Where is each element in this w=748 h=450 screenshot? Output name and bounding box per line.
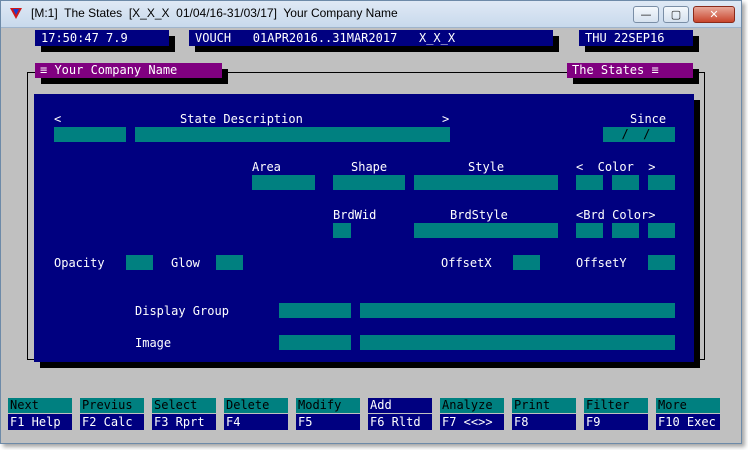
color-field-1[interactable] — [576, 175, 603, 190]
style-label: Style — [468, 160, 505, 174]
color-label: < Color > — [576, 160, 656, 174]
app-window: [M:1] The States [X_X_X 01/04/16-31/03/1… — [0, 0, 742, 444]
fkey-print[interactable]: Print F8 — [512, 398, 576, 431]
fkey-next[interactable]: Next F1 Help — [8, 398, 72, 431]
brd-color-field-1[interactable] — [576, 223, 603, 238]
since-label: Since — [630, 112, 667, 126]
close-icon: ✕ — [709, 8, 719, 21]
fkey-key-label: F1 Help — [8, 414, 72, 430]
terminal-client-area: 17:50:47 7.9 VOUCH 01APR2016..31MAR2017 … — [6, 28, 736, 438]
fkey-key-label: F10 Exec — [656, 414, 720, 430]
window-title: [M:1] The States [X_X_X 01/04/16-31/03/1… — [31, 6, 398, 20]
shape-field[interactable] — [333, 175, 405, 190]
image-label: Image — [135, 336, 172, 350]
display-group-label: Display Group — [135, 304, 229, 318]
fkey-action-label: Next — [8, 398, 72, 413]
glow-label: Glow — [171, 256, 200, 270]
display-group-code-field[interactable] — [279, 303, 351, 318]
fkey-key-label: F9 — [584, 414, 648, 430]
fkey-filter[interactable]: Filter F9 — [584, 398, 648, 431]
opacity-label: Opacity — [54, 256, 105, 270]
brd-color-label: <Brd Color> — [576, 208, 656, 222]
glow-field[interactable] — [216, 255, 243, 270]
fkey-action-label: Select — [152, 398, 216, 413]
fkey-select[interactable]: Select F3 Rprt — [152, 398, 216, 431]
form-panel: < State Description > Since / / Area Sha… — [34, 94, 694, 362]
fkey-previus[interactable]: Previus F2 Calc — [80, 398, 144, 431]
opacity-field[interactable] — [126, 255, 153, 270]
fkey-action-label: More — [656, 398, 720, 413]
fkey-add[interactable]: Add F6 Rltd — [368, 398, 432, 431]
title-bar[interactable]: [M:1] The States [X_X_X 01/04/16-31/03/1… — [1, 1, 741, 28]
fkey-modify[interactable]: Modify F5 — [296, 398, 360, 431]
fkey-key-label: F4 — [224, 414, 288, 430]
fkey-action-label: Print — [512, 398, 576, 413]
brdwid-label: BrdWid — [333, 208, 377, 222]
brdstyle-label: BrdStyle — [450, 208, 508, 222]
brdstyle-field[interactable] — [414, 223, 558, 238]
offsety-field[interactable] — [648, 255, 675, 270]
state-description-field[interactable] — [135, 127, 450, 142]
offsetx-label: OffsetX — [441, 256, 492, 270]
module-tag[interactable]: The States ≡ — [567, 63, 693, 78]
fkey-analyze[interactable]: Analyze F7 <<>> — [440, 398, 504, 431]
app-logo-icon[interactable] — [10, 8, 22, 19]
brdwid-field[interactable] — [333, 223, 351, 238]
close-button[interactable]: ✕ — [693, 6, 735, 23]
fkey-action-label: Filter — [584, 398, 648, 413]
since-date-field[interactable]: / / — [603, 127, 675, 142]
maximize-icon: ▢ — [670, 8, 682, 21]
fkey-action-label: Add — [368, 398, 432, 413]
state-next-arrow[interactable]: > — [442, 112, 449, 126]
offsety-label: OffsetY — [576, 256, 627, 270]
fkey-key-label: F7 <<>> — [440, 414, 504, 430]
image-code-field[interactable] — [279, 335, 351, 350]
fkey-action-label: Analyze — [440, 398, 504, 413]
brd-color-field-2[interactable] — [612, 223, 639, 238]
image-path-field[interactable] — [360, 335, 675, 350]
fkey-action-label: Previus — [80, 398, 144, 413]
color-field-3[interactable] — [648, 175, 675, 190]
style-field[interactable] — [414, 175, 558, 190]
state-code-field[interactable] — [54, 127, 126, 142]
state-prev-arrow[interactable]: < — [54, 112, 61, 126]
clock-display: 17:50:47 7.9 — [35, 30, 169, 46]
brd-color-field-3[interactable] — [648, 223, 675, 238]
minimize-button[interactable]: — — [633, 6, 659, 23]
fkey-key-label: F5 — [296, 414, 360, 430]
area-field[interactable] — [252, 175, 315, 190]
display-group-field[interactable] — [360, 303, 675, 318]
shape-label: Shape — [351, 160, 388, 174]
state-description-label: State Description — [180, 112, 303, 126]
fkey-key-label: F8 — [512, 414, 576, 430]
voucher-period-display: VOUCH 01APR2016..31MAR2017 X_X_X — [189, 30, 553, 46]
fkey-key-label: F2 Calc — [80, 414, 144, 430]
area-label: Area — [252, 160, 281, 174]
color-field-2[interactable] — [612, 175, 639, 190]
fkey-key-label: F6 Rltd — [368, 414, 432, 430]
company-tag[interactable]: ≡ Your Company Name — [35, 63, 222, 78]
fkey-delete[interactable]: Delete F4 — [224, 398, 288, 431]
fkey-action-label: Delete — [224, 398, 288, 413]
fkey-key-label: F3 Rprt — [152, 414, 216, 430]
offsetx-field[interactable] — [513, 255, 540, 270]
fkey-more[interactable]: More F10 Exec — [656, 398, 720, 431]
date-display: THU 22SEP16 — [579, 30, 693, 46]
fkey-action-label: Modify — [296, 398, 360, 413]
minimize-icon: — — [640, 8, 652, 21]
maximize-button[interactable]: ▢ — [663, 6, 689, 23]
